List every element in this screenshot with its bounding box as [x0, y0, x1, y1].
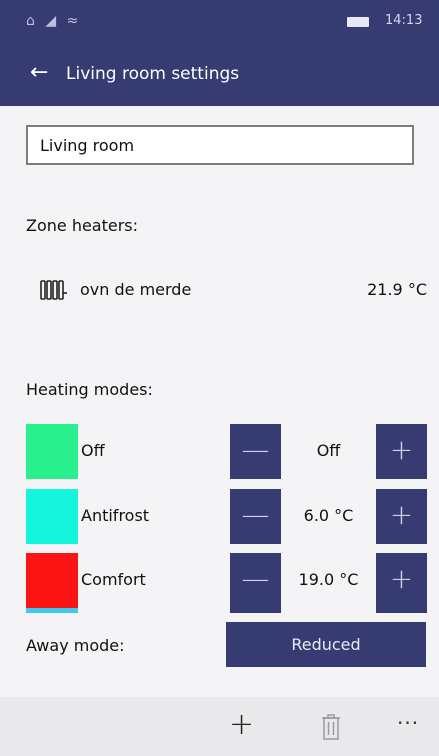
mode-row-partial	[26, 608, 427, 613]
increase-button[interactable]: +	[376, 424, 427, 479]
heating-modes-label: Heating modes:	[26, 380, 153, 399]
mode-color-swatch[interactable]	[26, 489, 78, 544]
status-bar: ⌂ ◢ ≈ 14:13	[0, 0, 439, 44]
more-options-icon[interactable]: ···	[397, 711, 419, 735]
add-icon[interactable]: +	[229, 707, 254, 742]
mode-name: Antifrost	[81, 506, 150, 525]
mode-row-comfort: Comfort — 19.0 °C +	[26, 553, 427, 608]
mode-color-swatch	[26, 608, 78, 613]
mode-name: Comfort	[81, 570, 146, 589]
mode-value: Off	[316, 441, 341, 460]
trash-icon[interactable]	[321, 714, 341, 744]
away-mode-label: Away mode:	[26, 636, 125, 655]
radiator-icon	[40, 279, 68, 305]
decrease-button[interactable]: —	[230, 424, 281, 479]
mode-row-off: Off — Off +	[26, 424, 427, 479]
page-title: Living room settings	[66, 64, 240, 84]
heater-name: ovn de merde	[80, 280, 192, 299]
title-bar: ← Living room settings	[0, 44, 439, 106]
signal-icons: ⌂ ◢ ≈	[26, 13, 82, 29]
away-mode-button[interactable]: Reduced	[226, 622, 426, 667]
battery-icon	[347, 17, 369, 27]
decrease-button[interactable]: —	[230, 553, 281, 608]
decrease-button	[230, 608, 281, 613]
heater-temperature: 21.9 °C	[367, 280, 427, 299]
clock: 14:13	[385, 13, 423, 28]
increase-button[interactable]: +	[376, 553, 427, 608]
mode-value: 19.0 °C	[298, 570, 359, 589]
mode-color-swatch[interactable]	[26, 553, 78, 608]
mode-name: Off	[81, 441, 105, 460]
mode-value: 6.0 °C	[303, 506, 354, 525]
increase-button[interactable]: +	[376, 489, 427, 544]
zone-name-input[interactable]	[26, 125, 414, 165]
mode-row-antifrost: Antifrost — 6.0 °C +	[26, 489, 427, 544]
increase-button	[376, 608, 427, 613]
zone-heaters-label: Zone heaters:	[26, 216, 139, 235]
app-bar: + ···	[0, 697, 439, 756]
back-arrow-icon[interactable]: ←	[30, 60, 48, 85]
heater-row[interactable]: ovn de merde 21.9 °C	[26, 275, 427, 307]
mode-color-swatch[interactable]	[26, 424, 78, 479]
decrease-button[interactable]: —	[230, 489, 281, 544]
